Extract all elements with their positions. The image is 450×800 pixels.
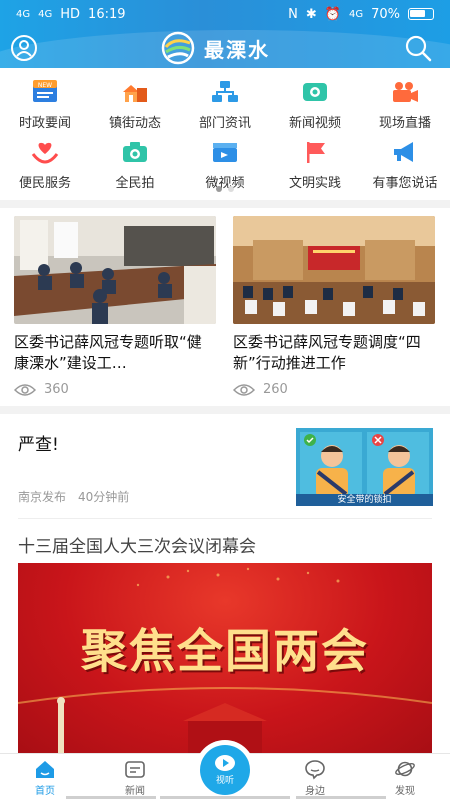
- status-bar: 4G 4G HD 16:19 N ✱ ⏰ 4G 70%: [0, 0, 450, 28]
- app-bar: 最溧水: [0, 28, 450, 68]
- heart-hands-icon: [30, 138, 60, 166]
- app-logo-icon: [161, 31, 195, 65]
- tab-label: 首页: [35, 786, 55, 797]
- thumbnail-caption: 安全带的锁扣: [337, 495, 392, 505]
- tab-discover[interactable]: 发现: [375, 758, 435, 797]
- alarm-icon: ⏰: [324, 6, 341, 22]
- pager-dot[interactable]: [228, 186, 234, 192]
- camera-icon: [390, 78, 420, 106]
- battery-fill: [410, 10, 425, 17]
- buildings-icon: [120, 78, 150, 106]
- play-icon: [215, 755, 235, 771]
- category-grid: NEW 时政要闻 镇街动态 部门资讯 新闻视频 现场直播 便民服务 全民拍 微视…: [0, 70, 450, 198]
- category-item-bumen[interactable]: 部门资讯: [180, 74, 270, 134]
- news-meta: 南京发布 40分钟前: [18, 488, 129, 505]
- list-separator: [18, 518, 432, 519]
- category-label: 部门资讯: [198, 116, 251, 131]
- news-title[interactable]: 十三届全国人大三次会议闭幕会: [18, 532, 256, 557]
- gesture-bar: [66, 796, 156, 799]
- category-item-quanminpai[interactable]: 全民拍: [90, 134, 180, 194]
- category-item-youshi[interactable]: 有事您说话: [360, 134, 450, 194]
- category-row-1: NEW 时政要闻 镇街动态 部门资讯 新闻视频 现场直播: [0, 74, 450, 134]
- news-time: 40分钟前: [78, 490, 130, 504]
- app-title: 最溧水: [204, 37, 270, 62]
- tab-nearby[interactable]: 身边: [285, 758, 345, 797]
- eye-icon: [14, 383, 36, 396]
- tab-audiovisual-button: 视听: [200, 745, 250, 795]
- news-icon: [125, 761, 145, 778]
- section-divider: [0, 406, 450, 414]
- hd-indicator: HD: [60, 6, 81, 22]
- search-icon[interactable]: [404, 34, 432, 62]
- signal-indicator-2: 4G: [38, 8, 53, 20]
- news-card-2[interactable]: 区委书记薛风冠专题调度“四新”行动推进工作 260: [233, 216, 435, 397]
- view-count: 360: [14, 382, 216, 397]
- clapper-icon: [210, 138, 240, 166]
- tab-label: 视听: [215, 776, 234, 786]
- view-count: 260: [233, 382, 435, 397]
- app-header: 4G 4G HD 16:19 N ✱ ⏰ 4G 70% 最溧水: [0, 0, 450, 68]
- eye-icon: [233, 383, 255, 396]
- flag-icon: [300, 138, 330, 166]
- news-card-image: [233, 216, 435, 324]
- category-item-live[interactable]: 现场直播: [360, 74, 450, 134]
- banner-headline: 聚焦全国两会: [81, 624, 369, 678]
- megaphone-icon: [390, 138, 420, 166]
- category-item-zhenjie[interactable]: 镇街动态: [90, 74, 180, 134]
- gesture-bar: [160, 796, 290, 799]
- org-chart-icon: [210, 78, 240, 106]
- news-card-image: [14, 216, 216, 324]
- chat-icon: [305, 760, 325, 780]
- signal-indicator-1: 4G: [16, 8, 31, 20]
- category-label: 时政要闻: [18, 116, 71, 131]
- gesture-bar: [296, 796, 386, 799]
- photo-camera-icon: [120, 138, 150, 166]
- svg-text:NEW: NEW: [38, 82, 52, 89]
- view-count-value: 260: [263, 382, 288, 397]
- tab-audiovisual[interactable]: 视听: [195, 740, 255, 800]
- category-row-2: 便民服务 全民拍 微视频 文明实践 有事您说话: [0, 134, 450, 194]
- tab-label: 身边: [305, 786, 325, 797]
- pager-dots: [0, 186, 450, 192]
- category-label: 现场直播: [378, 116, 431, 131]
- news-card-title: 区委书记薛风冠专题听取“健康溧水”建设工…: [14, 333, 202, 372]
- category-item-bianmin[interactable]: 便民服务: [0, 134, 90, 194]
- news-title: 严查!: [18, 435, 59, 455]
- new-badge-icon: NEW: [30, 78, 60, 106]
- nfc-icon: N: [288, 6, 298, 22]
- news-card-1[interactable]: 区委书记薛风冠专题听取“健康溧水”建设工… 360: [14, 216, 216, 397]
- view-count-value: 360: [44, 382, 69, 397]
- category-item-shizheng[interactable]: NEW 时政要闻: [0, 74, 90, 134]
- tab-label: 新闻: [125, 786, 145, 797]
- news-banner-image[interactable]: 聚焦全国两会: [18, 563, 432, 753]
- user-profile-icon[interactable]: [10, 34, 38, 62]
- tab-label: 发现: [395, 786, 415, 797]
- bluetooth-icon: ✱: [305, 6, 317, 22]
- news-list-item[interactable]: 严查! 南京发布 40分钟前 安全带的锁扣: [0, 414, 450, 518]
- news-card-title: 区委书记薛风冠专题调度“四新”行动推进工作: [233, 333, 421, 372]
- battery-percent: 70%: [371, 6, 400, 22]
- section-divider: [0, 200, 450, 208]
- tab-news[interactable]: 新闻: [105, 758, 165, 797]
- battery-icon: [408, 8, 434, 20]
- category-item-wenming[interactable]: 文明实践: [270, 134, 360, 194]
- category-item-xinwen-video[interactable]: 新闻视频: [270, 74, 360, 134]
- status-time: 16:19: [88, 6, 126, 22]
- category-label: 镇街动态: [108, 116, 161, 131]
- tab-home[interactable]: 首页: [15, 758, 75, 797]
- home-icon: [36, 761, 54, 778]
- network-indicator: 4G: [348, 8, 364, 20]
- planet-icon: [395, 761, 415, 777]
- video-icon: [300, 78, 330, 106]
- category-label: 新闻视频: [288, 116, 341, 131]
- pager-dot-active[interactable]: [216, 186, 222, 192]
- category-item-weishipin[interactable]: 微视频: [180, 134, 270, 194]
- news-source: 南京发布: [18, 490, 67, 504]
- news-thumbnail: 安全带的锁扣: [296, 428, 433, 506]
- app-brand: 最溧水: [160, 31, 270, 65]
